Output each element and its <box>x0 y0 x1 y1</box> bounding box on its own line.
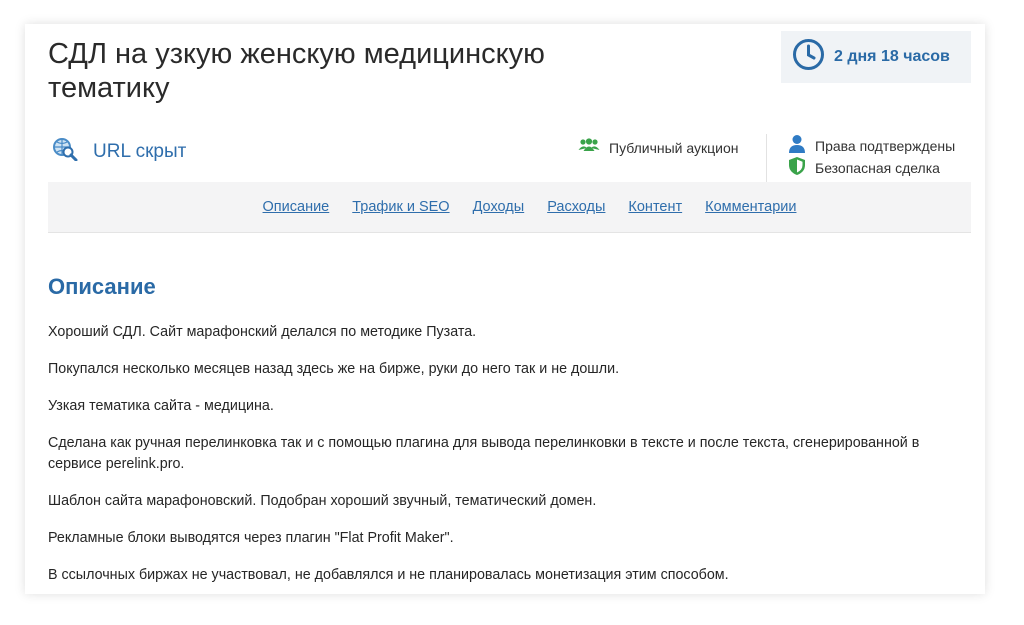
section-tabs: Описание Трафик и SEO Доходы Расходы Кон… <box>48 182 971 233</box>
shield-icon <box>788 156 806 181</box>
tab-content[interactable]: Контент <box>628 199 682 215</box>
tab-description[interactable]: Описание <box>263 199 330 215</box>
description-paragraph: Узкая тематика сайта - медицина. <box>48 398 274 414</box>
page-title: СДЛ на узкую женскую медицинскую тематик… <box>48 38 545 104</box>
url-text: URL скрыт <box>93 140 187 162</box>
description-paragraph: Шаблон сайта марафоновский. Подобран хор… <box>48 493 597 509</box>
users-icon <box>578 138 600 157</box>
safe-deal-badge: Безопасная сделка <box>788 156 955 181</box>
auction-type-text: Публичный аукцион <box>609 139 739 156</box>
vertical-divider <box>766 134 767 182</box>
tab-expenses[interactable]: Расходы <box>547 199 605 215</box>
auction-type: Публичный аукцион <box>578 138 739 157</box>
rights-confirmed-badge: Права подтверждены <box>788 134 956 157</box>
description-heading: Описание <box>48 274 156 299</box>
description-paragraph: В ссылочных биржах не участвовал, не доб… <box>48 567 729 583</box>
description-body: Хороший СДЛ. Сайт марафонский делался по… <box>48 322 968 594</box>
description-paragraph: Сделана как ручная перелинковка так и с … <box>48 435 920 472</box>
tab-comments[interactable]: Комментарии <box>705 199 796 215</box>
timer-text: 2 дня 18 часов <box>834 48 950 65</box>
rights-confirmed-text: Права подтверждены <box>815 138 956 154</box>
tab-traffic-seo[interactable]: Трафик и SEO <box>352 199 449 215</box>
description-paragraph: Покупался несколько месяцев назад здесь … <box>48 361 620 377</box>
clock-icon <box>792 38 825 76</box>
site-url: URL скрыт <box>52 137 186 166</box>
description-paragraph: Рекламные блоки выводятся через плагин "… <box>48 530 454 546</box>
trust-badges: Права подтверждены Безопасная сделка <box>788 134 956 181</box>
safe-deal-text: Безопасная сделка <box>815 160 940 176</box>
listing-card: СДЛ на узкую женскую медицинскую тематик… <box>25 24 985 594</box>
globe-search-icon <box>52 137 78 166</box>
tab-income[interactable]: Доходы <box>473 199 525 215</box>
auction-timer: 2 дня 18 часов <box>781 31 971 83</box>
description-paragraph: Хороший СДЛ. Сайт марафонский делался по… <box>48 324 477 340</box>
